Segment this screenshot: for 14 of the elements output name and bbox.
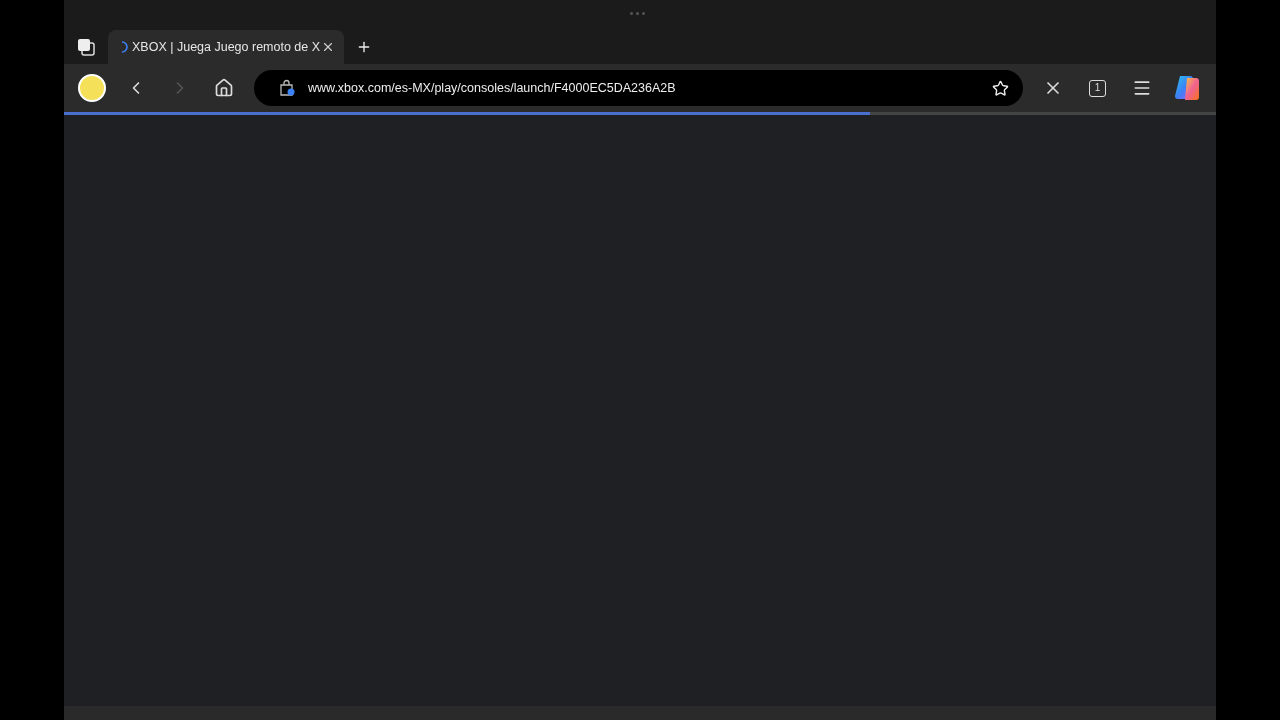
shopping-bag-icon [278,79,296,97]
plus-icon [356,39,372,55]
avatar-icon[interactable] [78,74,106,102]
close-icon [321,40,335,54]
star-icon [991,79,1009,97]
browser-tab[interactable]: XBOX | Juega Juego remoto de X [108,30,344,64]
home-icon [214,78,234,98]
drag-handle-icon[interactable] [630,12,645,15]
menu-icon [1132,78,1152,98]
stacked-squares-icon [77,38,95,56]
url-text: www.xbox.com/es-MX/play/consoles/launch/F4000EC5DA236A2B [308,79,677,97]
tab-count-button[interactable]: 1 [1089,79,1106,97]
swirl-logo-icon[interactable] [1172,75,1202,101]
address-bar[interactable]: www.xbox.com/es-MX/play/consoles/launch/F4000EC5DA236A2B [254,70,1023,106]
